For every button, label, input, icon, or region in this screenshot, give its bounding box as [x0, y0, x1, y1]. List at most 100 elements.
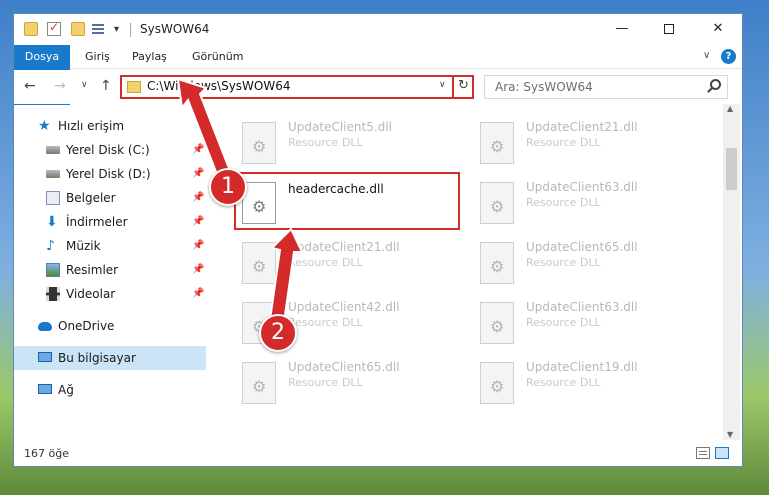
address-path[interactable]: C:\Windows\SysWOW64 — [147, 79, 291, 93]
tab-home[interactable]: Giriş — [85, 45, 110, 69]
file-item[interactable]: UpdateClient19.dll Resource DLL — [460, 354, 690, 414]
close-button[interactable]: ✕ — [695, 16, 741, 44]
expand-ribbon-icon[interactable]: ∨ — [703, 50, 710, 61]
dll-file-icon — [480, 242, 514, 284]
navigation-pane: ★ Hızlı erişim Yerel Disk (C:) 📌 Yerel D… — [14, 110, 210, 440]
file-list: UpdateClient5.dll Resource DLL UpdateCli… — [222, 110, 722, 440]
file-type: Resource DLL — [526, 256, 601, 269]
sidebar-item-downloads[interactable]: ⬇ İndirmeler 📌 — [14, 210, 206, 234]
address-dropdown-icon[interactable]: ∨ — [439, 80, 446, 90]
sidebar-item-label: Yerel Disk (C:) — [66, 143, 150, 157]
file-type: Resource DLL — [288, 256, 363, 269]
search-box[interactable]: Ara: SysWOW64 — [484, 75, 728, 99]
file-name: UpdateClient65.dll — [288, 360, 400, 374]
file-type: Resource DLL — [288, 316, 363, 329]
step-badge-1: 1 — [209, 168, 247, 206]
sidebar-item-quick-access[interactable]: ★ Hızlı erişim — [14, 114, 206, 138]
view-options-icon[interactable] — [92, 22, 108, 36]
dll-file-icon — [242, 362, 276, 404]
file-name: UpdateClient19.dll — [526, 360, 638, 374]
pictures-icon — [46, 263, 60, 277]
sidebar-item-pictures[interactable]: Resimler 📌 — [14, 258, 206, 282]
file-item[interactable]: UpdateClient63.dll Resource DLL — [460, 294, 690, 354]
sidebar-item-label: Yerel Disk (D:) — [66, 167, 151, 181]
help-icon[interactable]: ? — [721, 49, 736, 64]
file-name: UpdateClient5.dll — [288, 120, 392, 134]
sidebar-item-videos[interactable]: Videolar 📌 — [14, 282, 206, 306]
folder-icon — [24, 22, 38, 36]
scroll-down-icon[interactable]: ▼ — [727, 430, 733, 439]
folder-icon — [127, 81, 141, 93]
customize-toolbar-icon[interactable]: ▾ — [114, 24, 128, 38]
computer-icon — [38, 352, 52, 362]
refresh-button[interactable]: ↻ — [458, 78, 469, 93]
sidebar-item-label: Ağ — [58, 383, 74, 397]
file-type: Resource DLL — [526, 196, 601, 209]
search-icon[interactable] — [710, 79, 721, 90]
up-button[interactable]: ↑ — [100, 78, 112, 94]
maximize-icon — [664, 23, 674, 34]
sidebar-item-label: Bu bilgisayar — [58, 351, 136, 365]
sidebar-item-network[interactable]: Ağ — [14, 378, 206, 402]
file-item[interactable]: UpdateClient65.dll Resource DLL — [460, 234, 690, 294]
pin-icon[interactable]: 📌 — [192, 258, 204, 282]
dll-file-icon — [480, 362, 514, 404]
pin-icon[interactable]: 📌 — [192, 210, 204, 234]
minimize-button[interactable]: — — [599, 16, 645, 44]
sidebar-item-label: Müzik — [66, 239, 101, 253]
sidebar-item-label: Belgeler — [66, 191, 116, 205]
search-input[interactable]: Ara: SysWOW64 — [495, 80, 593, 94]
file-name: UpdateClient21.dll — [526, 120, 638, 134]
file-name: UpdateClient63.dll — [526, 300, 638, 314]
dll-file-icon — [480, 122, 514, 164]
pin-icon[interactable]: 📌 — [192, 162, 204, 186]
drive-icon — [46, 170, 60, 178]
cloud-icon — [38, 322, 52, 331]
file-item[interactable]: UpdateClient21.dll Resource DLL — [460, 114, 690, 174]
sidebar-item-documents[interactable]: Belgeler 📌 — [14, 186, 206, 210]
maximize-button[interactable] — [646, 16, 692, 44]
sidebar-item-disk-d[interactable]: Yerel Disk (D:) 📌 — [14, 162, 206, 186]
forward-button[interactable]: → — [54, 78, 66, 94]
file-type: Resource DLL — [526, 316, 601, 329]
sidebar-item-disk-c[interactable]: Yerel Disk (C:) 📌 — [14, 138, 206, 162]
back-button[interactable]: ← — [24, 78, 36, 94]
explorer-window: ▾ SysWOW64 — ✕ Dosya Giriş Paylaş Görünü… — [13, 13, 743, 467]
window-title: SysWOW64 — [140, 22, 210, 36]
drive-icon — [46, 146, 60, 154]
pin-icon[interactable]: 📌 — [192, 234, 204, 258]
file-item[interactable]: UpdateClient63.dll Resource DLL — [460, 174, 690, 234]
scroll-up-icon[interactable]: ▲ — [727, 104, 733, 113]
sidebar-item-onedrive[interactable]: OneDrive — [14, 314, 206, 338]
file-type: Resource DLL — [288, 136, 363, 149]
file-name: UpdateClient65.dll — [526, 240, 638, 254]
new-folder-icon[interactable] — [71, 22, 85, 36]
status-bar: 167 öğe — [14, 442, 742, 466]
file-item[interactable]: UpdateClient65.dll Resource DLL — [222, 354, 452, 414]
file-item[interactable]: UpdateClient21.dll Resource DLL — [222, 234, 452, 294]
music-icon: ♪ — [46, 238, 55, 254]
tab-view[interactable]: Görünüm — [192, 45, 243, 69]
sidebar-item-music[interactable]: ♪ Müzik 📌 — [14, 234, 206, 258]
file-item[interactable]: UpdateClient42.dll Resource DLL — [222, 294, 452, 354]
star-icon: ★ — [38, 118, 51, 134]
scroll-thumb[interactable] — [726, 148, 737, 190]
file-type: Resource DLL — [288, 376, 363, 389]
pin-icon[interactable]: 📌 — [192, 186, 204, 210]
recent-locations-button[interactable]: ∨ — [81, 80, 88, 90]
sidebar-item-label: OneDrive — [58, 319, 115, 333]
pin-icon[interactable]: 📌 — [192, 282, 204, 306]
tiles-view-icon[interactable] — [715, 447, 729, 459]
documents-icon — [46, 191, 60, 205]
pin-icon[interactable]: 📌 — [192, 138, 204, 162]
address-bar[interactable]: C:\Windows\SysWOW64 ∨ ↻ — [120, 75, 474, 99]
file-item[interactable]: UpdateClient5.dll Resource DLL — [222, 114, 452, 174]
sidebar-item-this-pc[interactable]: Bu bilgisayar — [14, 346, 206, 370]
tab-share[interactable]: Paylaş — [132, 45, 167, 69]
dll-file-icon — [242, 122, 276, 164]
toolbar-divider — [130, 23, 131, 37]
details-view-icon[interactable] — [696, 447, 710, 459]
properties-icon[interactable] — [47, 20, 61, 36]
item-count: 167 öğe — [24, 447, 69, 460]
vertical-scrollbar[interactable]: ▲ ▼ — [723, 104, 740, 440]
